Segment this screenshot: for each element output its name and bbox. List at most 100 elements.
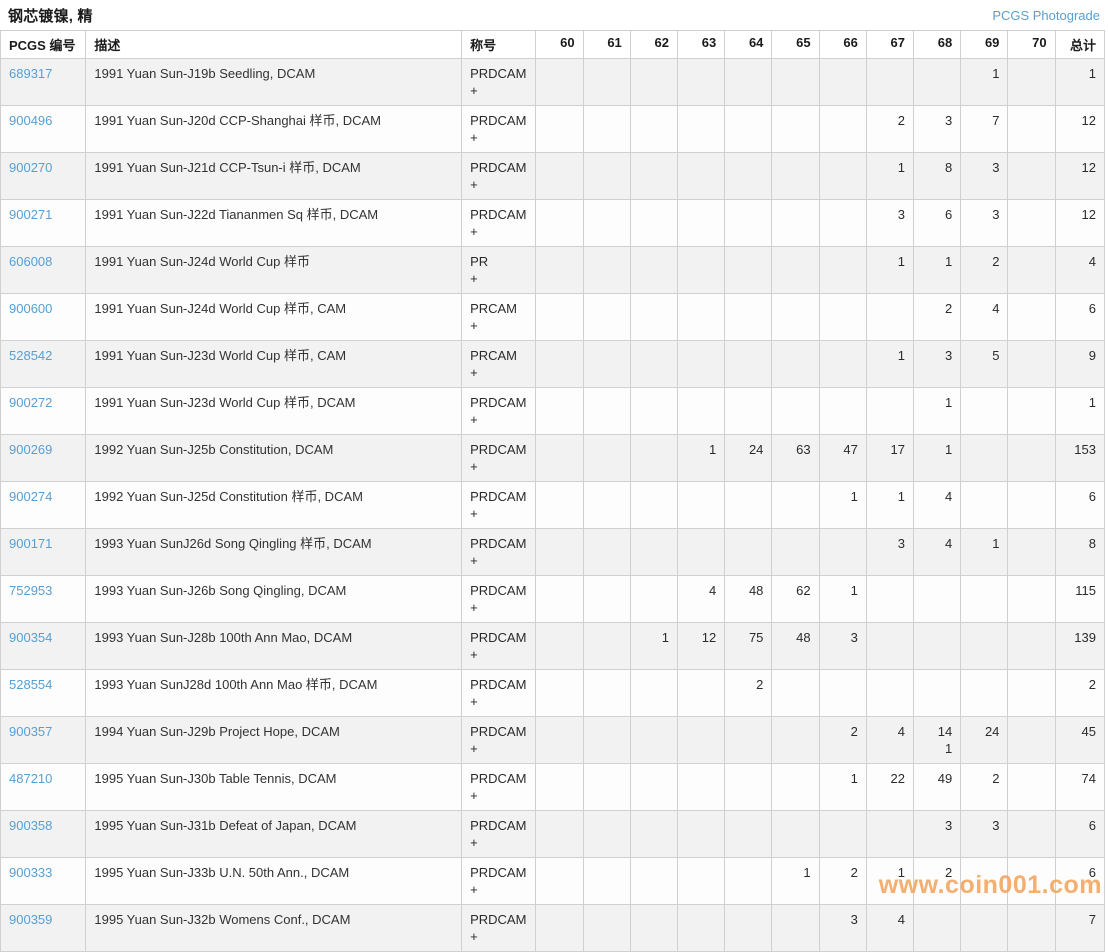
coin-description: 1994 Yuan Sun-J29b Project Hope, DCAM bbox=[86, 717, 462, 764]
grade-cell-65 bbox=[772, 294, 819, 341]
grade-cell-61 bbox=[583, 388, 630, 435]
total-cell: 45 bbox=[1055, 717, 1104, 764]
table-row: 7529531993 Yuan Sun-J26b Song Qingling, … bbox=[1, 576, 1105, 623]
pcgs-number-link[interactable]: 900600 bbox=[9, 301, 52, 316]
grade-cell-68: 8 bbox=[914, 153, 961, 200]
pcgs-number-cell: 900270 bbox=[1, 153, 86, 200]
grade-cell-62: 1 bbox=[630, 623, 677, 670]
grade-cell-68: 6 bbox=[914, 200, 961, 247]
grade-cell-66 bbox=[819, 247, 866, 294]
grade-cell-69: 2 bbox=[961, 247, 1008, 294]
grade-cell-62 bbox=[630, 106, 677, 153]
pcgs-number-link[interactable]: 528554 bbox=[9, 677, 52, 692]
pcgs-number-link[interactable]: 900274 bbox=[9, 489, 52, 504]
pcgs-number-cell: 900496 bbox=[1, 106, 86, 153]
grade-cell-67: 4 bbox=[866, 717, 913, 764]
total-cell: 6 bbox=[1055, 811, 1104, 858]
grade-cell-63: 1 bbox=[678, 435, 725, 482]
grade-cell-67 bbox=[866, 623, 913, 670]
grade-cell-67: 2 bbox=[866, 106, 913, 153]
pcgs-number-cell: 752953 bbox=[1, 576, 86, 623]
table-row: 9002711991 Yuan Sun-J22d Tiananmen Sq 样币… bbox=[1, 200, 1105, 247]
table-header-row: PCGS 编号描述称号6061626364656667686970总计 bbox=[1, 31, 1105, 59]
column-header-pcgs-number: PCGS 编号 bbox=[1, 31, 86, 59]
grade-cell-65 bbox=[772, 482, 819, 529]
coin-description: 1991 Yuan Sun-J24d World Cup 样币 bbox=[86, 247, 462, 294]
table-row: 900358 1995 Yuan Sun-J31b Defeat of Japan… bbox=[1, 811, 1105, 858]
designation-cell: PRDCAM + bbox=[462, 482, 536, 529]
grade-cell-63 bbox=[678, 905, 725, 952]
designation-cell: PRDCAM + bbox=[462, 717, 536, 764]
coin-description: 1991 Yuan Sun-J24d World Cup 样币, CAM bbox=[86, 294, 462, 341]
grade-cell-60 bbox=[536, 905, 583, 952]
grade-cell-60 bbox=[536, 247, 583, 294]
grade-cell-61 bbox=[583, 153, 630, 200]
pcgs-number-link[interactable]: 689317 bbox=[9, 66, 52, 81]
grade-cell-66 bbox=[819, 294, 866, 341]
total-cell: 115 bbox=[1055, 576, 1104, 623]
designation-cell: PR + bbox=[462, 247, 536, 294]
grade-cell-69: 4 bbox=[961, 294, 1008, 341]
grade-cell-62 bbox=[630, 435, 677, 482]
column-header-65: 65 bbox=[772, 31, 819, 59]
grade-cell-61 bbox=[583, 623, 630, 670]
pcgs-number-link[interactable]: 900270 bbox=[9, 160, 52, 175]
designation-cell: PRDCAM + bbox=[462, 576, 536, 623]
grade-cell-67: 1 bbox=[866, 858, 913, 905]
grade-cell-62 bbox=[630, 858, 677, 905]
grade-cell-65 bbox=[772, 106, 819, 153]
grade-cell-62 bbox=[630, 59, 677, 106]
grade-cell-66: 1 bbox=[819, 764, 866, 811]
grade-cell-60 bbox=[536, 623, 583, 670]
total-cell: 7 bbox=[1055, 905, 1104, 952]
grade-cell-60 bbox=[536, 59, 583, 106]
pcgs-number-link[interactable]: 528542 bbox=[9, 348, 52, 363]
pcgs-number-link[interactable]: 900354 bbox=[9, 630, 52, 645]
page-title: 钢芯镀镍, 精 bbox=[8, 5, 93, 26]
pcgs-number-link[interactable]: 900357 bbox=[9, 724, 52, 739]
grade-cell-65 bbox=[772, 905, 819, 952]
coin-description: 1995 Yuan Sun-J31b Defeat of Japan, DCAM bbox=[86, 811, 462, 858]
grade-cell-68: 1 bbox=[914, 247, 961, 294]
coin-description: 1993 Yuan Sun-J28b 100th Ann Mao, DCAM bbox=[86, 623, 462, 670]
grade-cell-66: 1 bbox=[819, 576, 866, 623]
grade-cell-62 bbox=[630, 811, 677, 858]
pcgs-number-cell: 900359 bbox=[1, 905, 86, 952]
column-header-designation: 称号 bbox=[462, 31, 536, 59]
grade-cell-66: 2 bbox=[819, 858, 866, 905]
designation-cell: PRDCAM + bbox=[462, 623, 536, 670]
grade-cell-69 bbox=[961, 905, 1008, 952]
pcgs-number-link[interactable]: 487210 bbox=[9, 771, 52, 786]
grade-cell-70 bbox=[1008, 153, 1055, 200]
pcgs-number-link[interactable]: 900358 bbox=[9, 818, 52, 833]
pcgs-number-cell: 900358 bbox=[1, 811, 86, 858]
pcgs-number-link[interactable]: 900271 bbox=[9, 207, 52, 222]
grade-cell-68 bbox=[914, 59, 961, 106]
pcgs-photograde-link[interactable]: PCGS Photograde bbox=[992, 8, 1100, 23]
grade-cell-70 bbox=[1008, 482, 1055, 529]
grade-cell-63 bbox=[678, 482, 725, 529]
grade-cell-65 bbox=[772, 59, 819, 106]
grade-cell-60 bbox=[536, 811, 583, 858]
grade-cell-63 bbox=[678, 200, 725, 247]
pcgs-number-link[interactable]: 900269 bbox=[9, 442, 52, 457]
grade-cell-69: 3 bbox=[961, 811, 1008, 858]
table-row: 9002691992 Yuan Sun-J25b Constitution, D… bbox=[1, 435, 1105, 482]
total-cell: 12 bbox=[1055, 106, 1104, 153]
pcgs-number-link[interactable]: 606008 bbox=[9, 254, 52, 269]
grade-cell-65 bbox=[772, 717, 819, 764]
designation-cell: PRDCAM + bbox=[462, 435, 536, 482]
grade-cell-62 bbox=[630, 200, 677, 247]
pcgs-number-link[interactable]: 752953 bbox=[9, 583, 52, 598]
pcgs-number-link[interactable]: 900333 bbox=[9, 865, 52, 880]
grade-cell-64 bbox=[725, 905, 772, 952]
grade-cell-68: 1 bbox=[914, 435, 961, 482]
pcgs-number-link[interactable]: 900171 bbox=[9, 536, 52, 551]
table-row: 606008 1991 Yuan Sun-J24d World Cup 样币PR … bbox=[1, 247, 1105, 294]
grade-cell-65: 63 bbox=[772, 435, 819, 482]
grade-cell-66: 47 bbox=[819, 435, 866, 482]
pcgs-number-link[interactable]: 900272 bbox=[9, 395, 52, 410]
pcgs-number-link[interactable]: 900496 bbox=[9, 113, 52, 128]
pcgs-number-link[interactable]: 900359 bbox=[9, 912, 52, 927]
grade-cell-69: 3 bbox=[961, 200, 1008, 247]
